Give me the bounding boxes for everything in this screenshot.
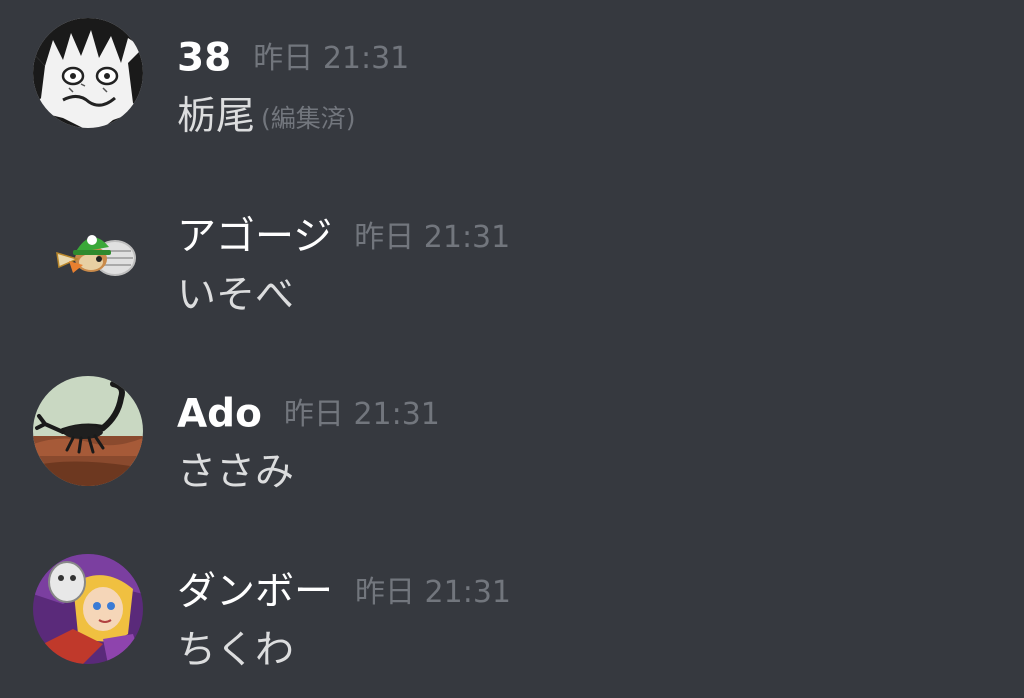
edited-indicator: (編集済) [261, 103, 356, 133]
anime-girl-mask-avatar-icon[interactable] [33, 554, 143, 664]
message-author[interactable]: ダンボー [177, 570, 333, 615]
message-text: 栃尾 [177, 94, 256, 139]
manga-face-avatar-icon[interactable] [33, 18, 143, 128]
message-text: ちくわ [177, 628, 295, 673]
scorpion-photo-avatar-icon[interactable] [33, 376, 143, 486]
message-author[interactable]: 38 [177, 36, 231, 81]
message-item: Ado 昨日 21:31 ささみ [0, 376, 1024, 506]
message-author[interactable]: アゴージ [177, 215, 332, 260]
message-timestamp: 昨日 21:31 [354, 219, 511, 255]
message-timestamp: 昨日 21:31 [355, 574, 512, 610]
message-text: ささみ [177, 450, 295, 495]
message-item: ダンボー 昨日 21:31 ちくわ [0, 554, 1024, 684]
chat-message-list: 38 昨日 21:31 栃尾 (編集済) アゴージ 昨日 21:31 いそべ A… [0, 0, 1024, 698]
message-text: いそべ [177, 273, 295, 318]
message-item: アゴージ 昨日 21:31 いそべ [0, 195, 1024, 325]
message-item: 38 昨日 21:31 栃尾 (編集済) [0, 18, 1024, 148]
message-author[interactable]: Ado [177, 392, 262, 437]
message-timestamp: 昨日 21:31 [283, 396, 440, 432]
message-timestamp: 昨日 21:31 [253, 40, 410, 76]
green-cap-bird-sprite-icon[interactable] [33, 195, 143, 305]
